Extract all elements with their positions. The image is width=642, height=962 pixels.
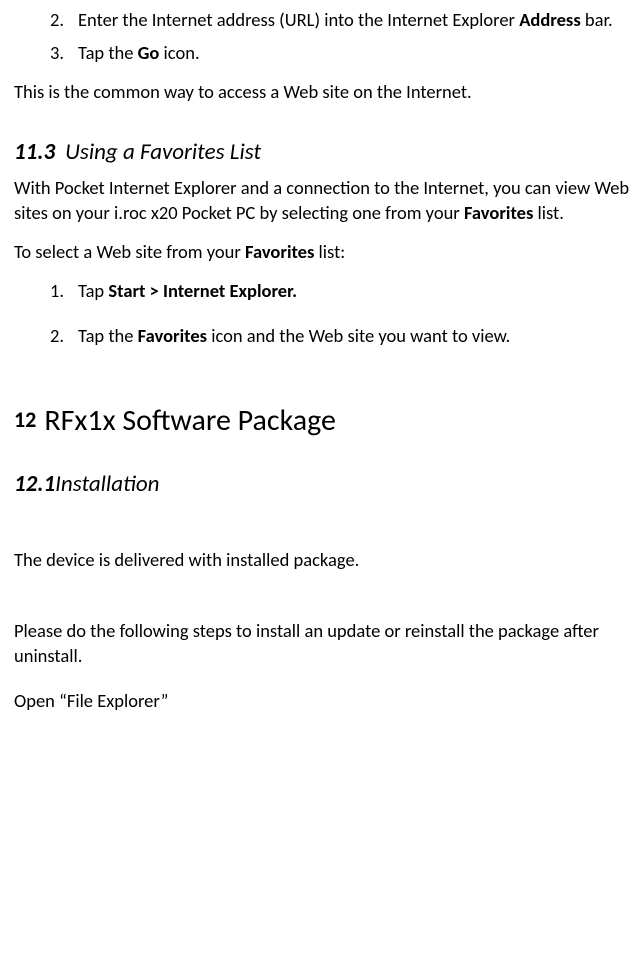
section-heading-12: 12 RFx1x Software Package	[14, 401, 642, 442]
text-fragment: list.	[533, 201, 564, 224]
bold-fragment: Favorites	[138, 324, 207, 347]
ordered-step: 2. Enter the Internet address (URL) into…	[14, 8, 642, 33]
section-heading-12-1: 12.1Installation	[14, 469, 642, 500]
step-number: 1.	[50, 279, 78, 304]
bold-fragment: Favorites	[245, 240, 314, 263]
paragraph: This is the common way to access a Web s…	[14, 80, 642, 105]
section-number: 12	[14, 406, 36, 433]
bold-fragment: Address	[519, 8, 581, 31]
step-text: Tap the Go icon.	[78, 41, 642, 66]
text-fragment: To select a Web site from your	[14, 240, 245, 263]
text-fragment: Tap the	[78, 41, 138, 64]
section-heading-11-3: 11.3 Using a Favorites List	[14, 137, 642, 168]
text-fragment: icon.	[159, 41, 199, 64]
paragraph: Please do the following steps to install…	[14, 619, 642, 669]
paragraph: With Pocket Internet Explorer and a conn…	[14, 176, 642, 226]
ordered-step: 3. Tap the Go icon.	[14, 41, 642, 66]
section-number: 11.3	[14, 138, 55, 166]
bold-fragment: Start > Internet Explorer.	[108, 279, 297, 302]
text-fragment: Tap the	[78, 324, 138, 347]
text-fragment: bar.	[581, 8, 613, 31]
section-title: RFx1x Software Package	[44, 402, 336, 439]
paragraph: To select a Web site from your Favorites…	[14, 240, 642, 265]
ordered-step: 1. Tap Start > Internet Explorer.	[14, 279, 642, 304]
bold-fragment: Go	[138, 41, 160, 64]
section-title: Installation	[55, 470, 159, 498]
text-fragment: icon and the Web site you want to view.	[207, 324, 510, 347]
section-title: Using a Favorites List	[65, 138, 261, 166]
step-number: 2.	[50, 324, 78, 349]
step-text: Enter the Internet address (URL) into th…	[78, 8, 642, 33]
paragraph: Open “File Explorer”	[14, 689, 642, 714]
section-number: 12.1	[14, 470, 55, 498]
step-number: 3.	[50, 41, 78, 66]
step-number: 2.	[50, 8, 78, 33]
text-fragment: list:	[314, 240, 345, 263]
paragraph: The device is delivered with installed p…	[14, 548, 642, 573]
step-text: Tap the Favorites icon and the Web site …	[78, 324, 642, 349]
ordered-step: 2. Tap the Favorites icon and the Web si…	[14, 324, 642, 349]
text-fragment: Enter the Internet address (URL) into th…	[78, 8, 519, 31]
bold-fragment: Favorites	[464, 201, 533, 224]
step-text: Tap Start > Internet Explorer.	[78, 279, 642, 304]
text-fragment: Tap	[78, 279, 108, 302]
